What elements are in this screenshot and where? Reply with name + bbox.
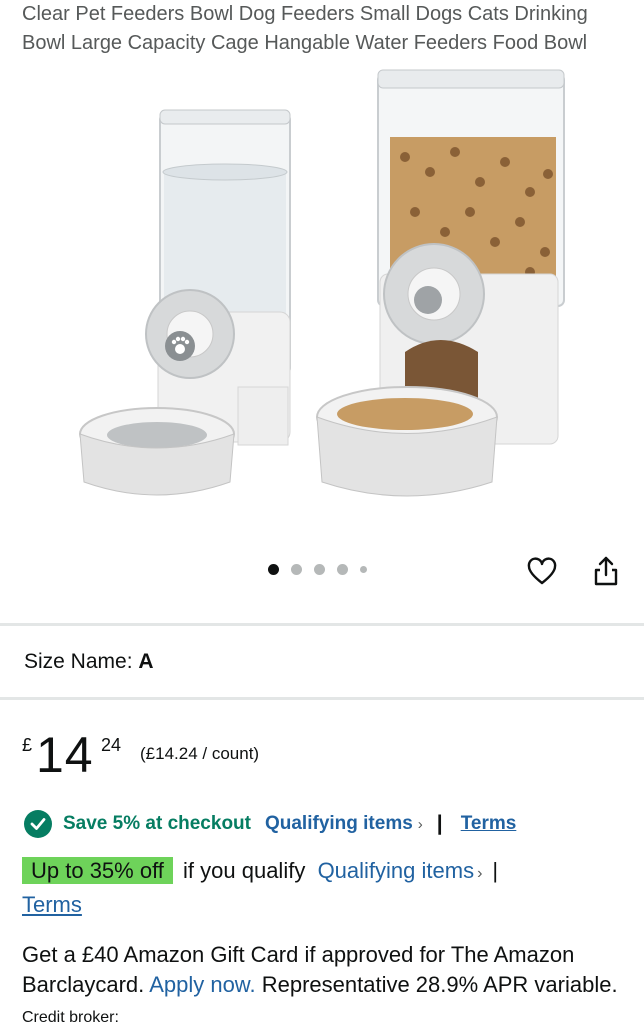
offer-text: if you qualify <box>183 858 306 883</box>
discount-badge: Up to 35% off <box>22 857 173 884</box>
check-circle-icon <box>24 810 52 838</box>
product-image-gallery[interactable] <box>0 62 644 550</box>
apply-now-link[interactable]: Apply now. <box>149 972 255 997</box>
wishlist-button[interactable] <box>527 557 557 587</box>
image-carousel-indicator[interactable] <box>268 564 367 575</box>
terms-link[interactable]: Terms <box>461 813 517 835</box>
heart-icon <box>527 557 557 585</box>
save-text: Save 5% at checkout <box>63 813 251 834</box>
carousel-dot[interactable] <box>314 564 325 575</box>
size-label: Size Name: <box>24 650 133 673</box>
offer-block: Up to 35% off if you qualify Qualifying … <box>22 855 622 920</box>
qualifying-items-link[interactable]: Qualifying items <box>265 813 413 835</box>
product-image <box>79 69 565 497</box>
carousel-dot[interactable] <box>360 566 367 573</box>
carousel-dot[interactable] <box>291 564 302 575</box>
price-fraction: 24 <box>101 735 122 755</box>
separator: | <box>436 812 443 835</box>
water-feeder-illustration <box>79 109 291 496</box>
price-currency: £ <box>22 735 33 755</box>
product-title: Clear Pet Feeders Bowl Dog Feeders Small… <box>22 3 588 54</box>
section-divider <box>0 623 644 626</box>
credit-card-offer: Get a £40 Amazon Gift Card if approved f… <box>22 940 632 1024</box>
chevron-right-icon: › <box>417 815 423 833</box>
share-button[interactable] <box>591 555 621 587</box>
size-selector[interactable]: Size Name: A <box>24 650 154 674</box>
section-divider <box>0 697 644 700</box>
carousel-dot-active[interactable] <box>268 564 279 575</box>
credit-broker-text: Credit broker: <box>22 1009 119 1024</box>
carousel-dot[interactable] <box>337 564 348 575</box>
size-value: A <box>138 650 154 673</box>
food-feeder-illustration <box>316 69 565 497</box>
separator: | <box>492 858 499 883</box>
share-icon <box>594 556 618 586</box>
chevron-right-icon: › <box>477 865 483 882</box>
qualifying-items-link[interactable]: Qualifying items <box>318 858 475 883</box>
terms-link[interactable]: Terms <box>22 892 82 917</box>
checkout-promo: Save 5% at checkout Qualifying items › |… <box>24 810 516 838</box>
unit-price: (£14.24 / count) <box>140 744 260 763</box>
apr-text: Representative 28.9% APR variable. <box>261 972 618 997</box>
price-whole: 14 <box>36 727 94 783</box>
